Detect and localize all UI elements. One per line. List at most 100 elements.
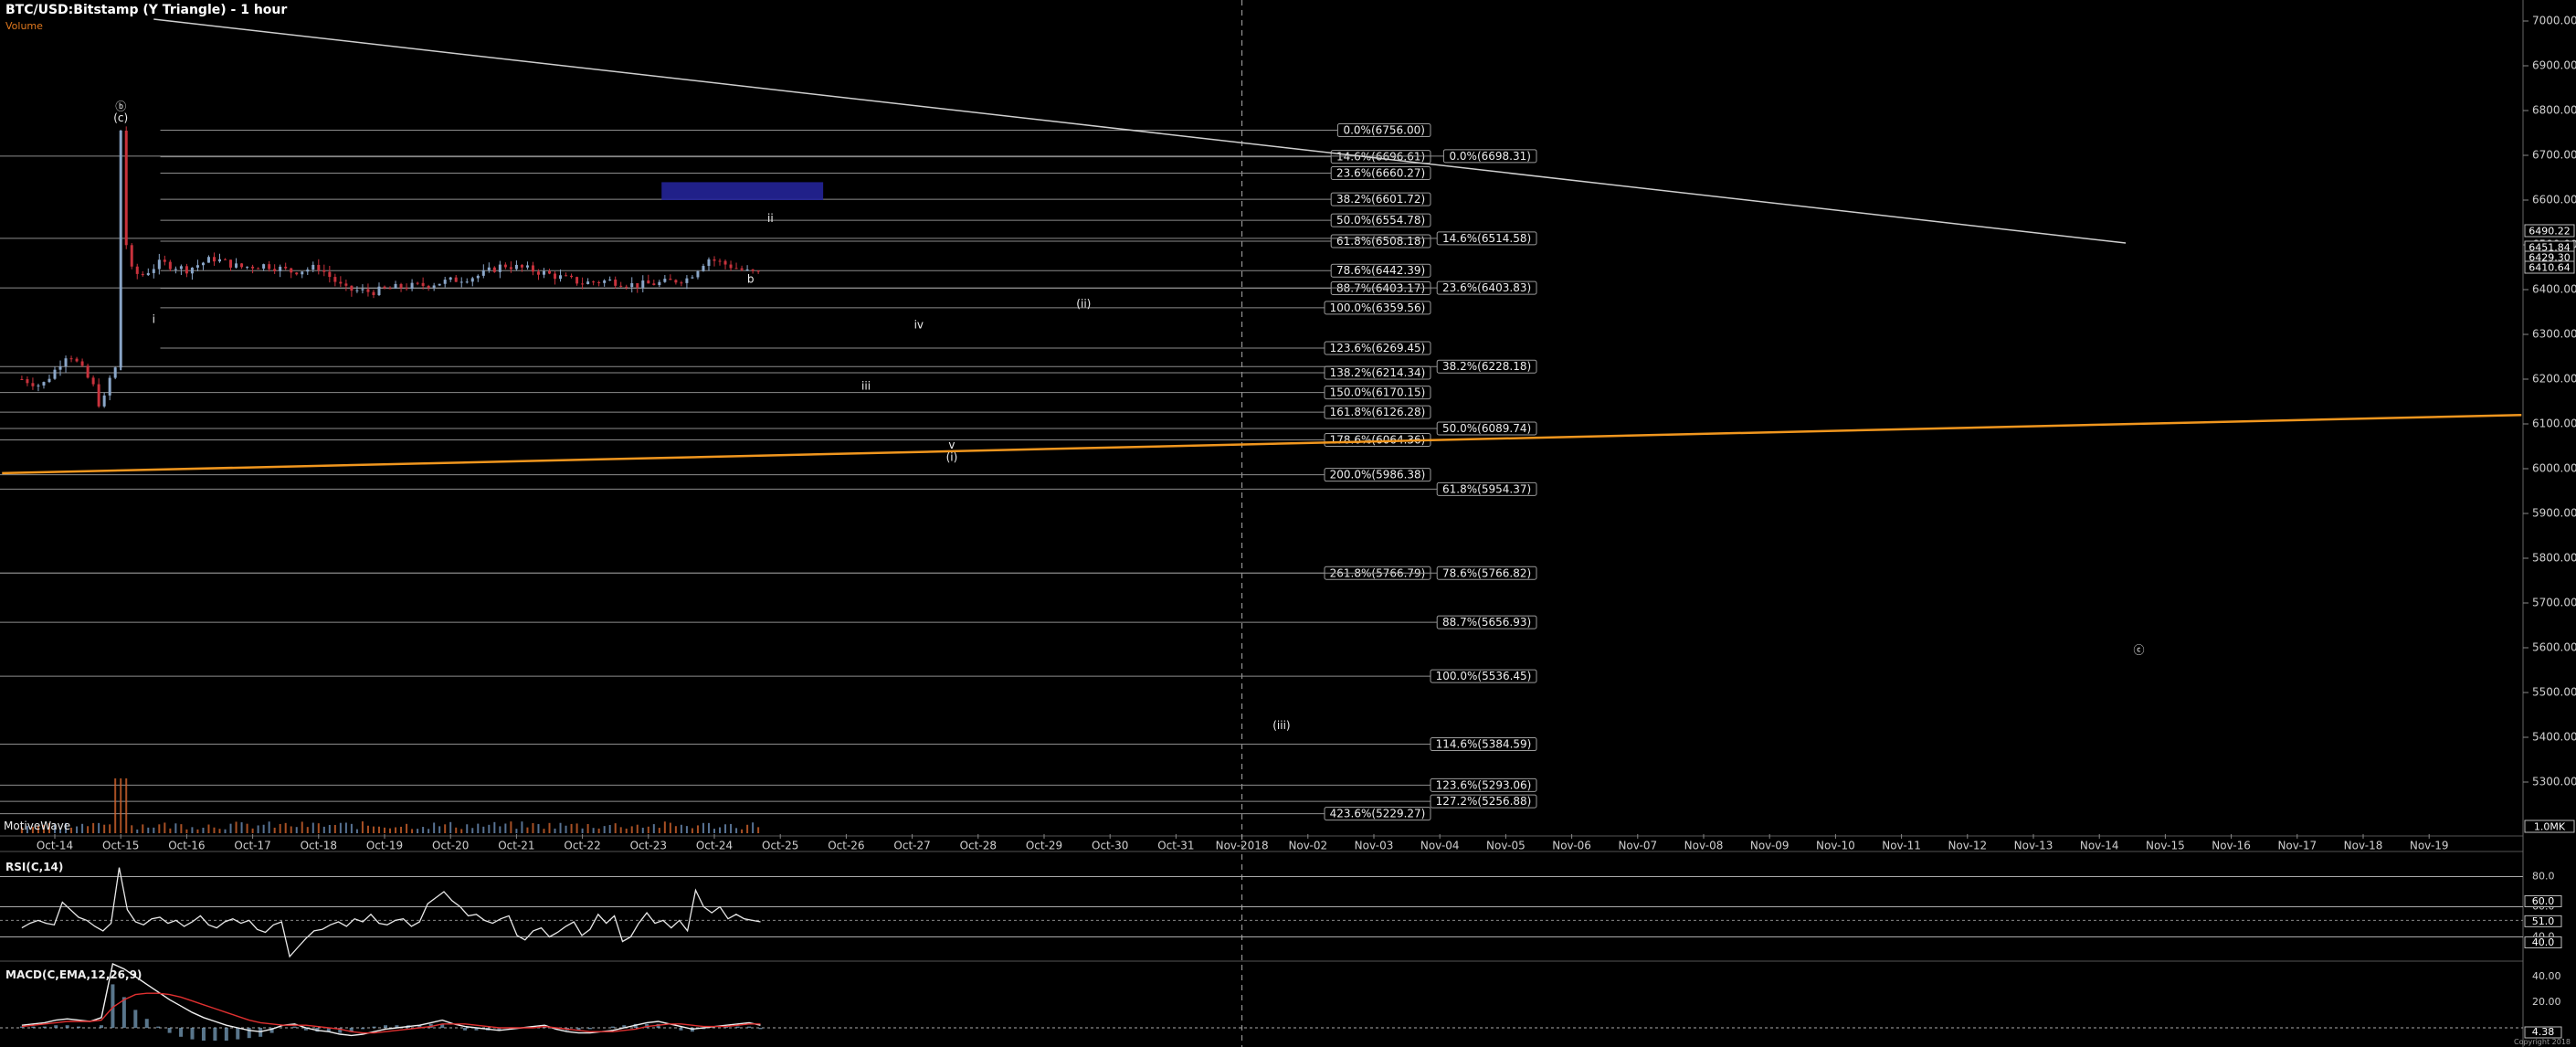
- macd-histogram-bar: [179, 1028, 184, 1037]
- wave-label: (ii): [1076, 298, 1091, 311]
- candle-body: [575, 277, 579, 284]
- candle-body: [459, 281, 463, 283]
- volume-bar: [240, 822, 243, 833]
- volume-bar: [625, 828, 628, 833]
- candle-body: [91, 377, 95, 385]
- volume-bar: [680, 824, 682, 833]
- y-tick-label: 6800.00: [2532, 104, 2576, 117]
- volume-bar: [317, 823, 320, 833]
- volume-bar: [559, 822, 562, 833]
- volume-bar: [147, 827, 150, 833]
- candle-body: [554, 273, 557, 280]
- candle-body: [80, 361, 84, 366]
- fib-left-label: 38.2%(6601.72): [1336, 193, 1425, 206]
- volume-bar: [752, 822, 755, 833]
- candle-body: [669, 279, 672, 280]
- volume-bar: [438, 826, 441, 833]
- volume-bar: [180, 824, 183, 833]
- volume-bar: [504, 823, 507, 833]
- volume-bar: [262, 824, 265, 833]
- fib-left-label: 138.2%(6214.34): [1330, 366, 1426, 379]
- volume-bar: [741, 829, 744, 833]
- volume-bar: [81, 823, 84, 833]
- rsi-tag: 60.0: [2532, 895, 2555, 907]
- candle-body: [20, 379, 24, 380]
- volume-bar: [229, 823, 232, 833]
- wave-label: ii: [767, 212, 774, 225]
- candle-body: [69, 358, 73, 360]
- volume-bar: [444, 824, 447, 833]
- candle-body: [31, 383, 35, 386]
- x-tick-label: Oct-22: [564, 840, 600, 852]
- volume-bar: [70, 827, 73, 833]
- macd-histogram-bar: [758, 1028, 763, 1030]
- candle-body: [279, 266, 282, 271]
- candle-body: [718, 260, 722, 262]
- volume-bar: [311, 822, 314, 833]
- candle-body: [53, 369, 57, 379]
- candle-body: [97, 384, 100, 407]
- candle-body: [614, 279, 618, 286]
- candle-body: [75, 358, 79, 362]
- candle-body: [257, 268, 260, 270]
- volume-bar: [641, 827, 644, 833]
- volume-bar: [636, 824, 639, 833]
- candle-body: [377, 286, 381, 295]
- candle-body: [636, 282, 639, 288]
- volume-bar: [131, 825, 133, 833]
- volume-bar: [268, 821, 270, 833]
- volume-bar: [355, 829, 358, 833]
- volume-bar: [619, 827, 622, 833]
- candle-body: [449, 277, 452, 280]
- x-tick-label: Oct-18: [301, 840, 337, 852]
- candle-body: [630, 282, 634, 288]
- volume-bar: [361, 821, 364, 833]
- volume-bar: [428, 829, 430, 833]
- candle-body: [470, 278, 474, 282]
- y-tick-label: 6100.00: [2532, 418, 2576, 430]
- candle-body: [350, 285, 354, 291]
- volume-bar: [471, 828, 474, 833]
- volume-bar: [185, 829, 188, 833]
- volume-bar: [98, 822, 100, 833]
- volume-bar: [174, 823, 177, 833]
- candle-body: [509, 267, 512, 270]
- macd-histogram-bar: [361, 1028, 365, 1030]
- volume-bar: [422, 827, 425, 833]
- candle-body: [361, 289, 364, 291]
- x-tick-label: Nov-11: [1882, 840, 1921, 852]
- target-rectangle: [661, 182, 824, 200]
- candle-body: [157, 259, 161, 270]
- volume-label: Volume: [5, 20, 43, 32]
- fib-left-label: 23.6%(6660.27): [1336, 166, 1425, 179]
- candle-body: [619, 285, 623, 287]
- volume-bar: [389, 828, 392, 833]
- candle-body: [58, 366, 62, 370]
- volume-bar: [603, 826, 606, 833]
- x-tick-label: Oct-23: [630, 840, 667, 852]
- candle-body: [290, 268, 293, 273]
- y-tick-label: 6600.00: [2532, 194, 2576, 206]
- candle-body: [625, 286, 628, 288]
- fib-left-label: 0.0%(6756.00): [1343, 124, 1424, 137]
- volume-bar: [103, 824, 106, 833]
- volume-bar: [279, 823, 281, 833]
- candle-body: [548, 270, 551, 274]
- volume-bar: [757, 827, 760, 833]
- rsi-tag: 51.0: [2532, 915, 2555, 927]
- volume-bar: [372, 826, 375, 833]
- volume-bar: [306, 827, 309, 833]
- volume-bar: [592, 828, 595, 833]
- x-tick-label: Nov-13: [2014, 840, 2053, 852]
- volume-bar: [510, 821, 512, 833]
- rsi-tag: 40.0: [2532, 936, 2555, 948]
- y-tick-label: 5600.00: [2532, 641, 2576, 654]
- macd-title: MACD(C,EMA,12,26,9): [5, 968, 143, 981]
- x-tick-label: Nov-10: [1816, 840, 1855, 852]
- volume-bar: [652, 824, 655, 833]
- candle-body: [26, 379, 29, 384]
- price-tag: 6410.64: [2528, 262, 2571, 274]
- volume-bar: [273, 827, 276, 833]
- macd-histogram-bar: [735, 1026, 740, 1028]
- candle-body: [130, 245, 133, 267]
